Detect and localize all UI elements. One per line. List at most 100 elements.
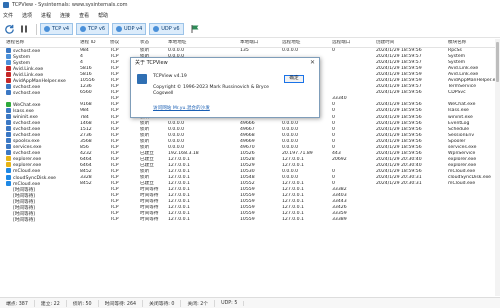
- table-cell: 127.0.0.1: [282, 217, 304, 223]
- table-cell: 8452: [80, 181, 92, 187]
- tcp-icon: [44, 26, 50, 32]
- table-cell: 127.0.0.1: [168, 217, 190, 223]
- udp-icon: [153, 26, 160, 32]
- flag-icon[interactable]: [190, 24, 200, 34]
- filter-udp-v4[interactable]: UDP v4: [112, 23, 147, 35]
- filter-tcp-v6-label: TCP v6: [88, 26, 105, 32]
- status-listening: 侦听: 50: [67, 299, 99, 307]
- column-module-name[interactable]: 模块名称: [448, 40, 498, 46]
- service-icon: [6, 114, 11, 120]
- table-cell: 135: [240, 48, 249, 54]
- menu-view[interactable]: 查看: [79, 12, 89, 19]
- menu-file[interactable]: 文件: [3, 12, 13, 19]
- service-icon: [6, 132, 11, 138]
- blank-icon: [6, 217, 11, 222]
- table-cell: 10559: [240, 217, 255, 223]
- table-cell: 时间等待: [140, 217, 159, 223]
- menu-process[interactable]: 进程: [41, 12, 51, 19]
- table-row[interactable]: [时间等待] TCP 时间等待 127.0.0.1 10559 127.0.0.1 3338…: [0, 217, 500, 223]
- status-established: 建立: 22: [35, 299, 67, 307]
- tcpview-app-icon: [3, 2, 9, 8]
- cloud-icon: [6, 168, 11, 174]
- blank-icon: [6, 199, 11, 204]
- column-process-name[interactable]: 进程名称: [0, 40, 80, 46]
- table-cell: [时间等待]: [0, 217, 80, 224]
- service-icon: [6, 138, 11, 144]
- toolbar: TCP v4 TCP v6 UDP v4 UDP v6: [0, 21, 500, 38]
- table-cell: 2024/1/29 18:59:56: [376, 90, 422, 96]
- ok-button[interactable]: 确定: [284, 75, 304, 83]
- table-cell: mCloud.exe: [448, 181, 476, 187]
- filter-tcp-v4-label: TCP v4: [52, 26, 69, 32]
- filter-udp-v6-label: UDP v6: [161, 26, 180, 32]
- dialog-version: TCPView v4.19: [153, 74, 187, 79]
- blank-icon: [6, 96, 11, 101]
- service-icon: [6, 108, 11, 113]
- explorer-icon: [6, 156, 11, 162]
- table-cell: 2024/1/29 20:30:31: [376, 181, 422, 187]
- service-icon: [6, 126, 11, 132]
- service-icon: [6, 47, 11, 53]
- tcp-icon: [80, 26, 86, 32]
- avid-icon: [6, 71, 11, 77]
- dialog-copyright: Copyright © 1996-2023 Mark Russinovich &…: [153, 85, 269, 90]
- blank-icon: [6, 205, 11, 210]
- table-cell: 0.0.0.0: [282, 48, 299, 54]
- refresh-icon[interactable]: [3, 23, 15, 35]
- table-cell: CDPSvc: [448, 90, 466, 96]
- process-name: [时间等待]: [13, 217, 35, 223]
- avid-icon: [6, 77, 11, 83]
- explorer-icon: [6, 162, 11, 168]
- blank-icon: [6, 211, 11, 216]
- column-local-port[interactable]: 本地端口: [240, 40, 282, 46]
- filter-udp-v6[interactable]: UDP v6: [149, 23, 184, 35]
- tcpview-logo-icon: [137, 74, 147, 84]
- menu-help[interactable]: 帮助: [98, 12, 108, 19]
- blank-icon: [6, 193, 11, 198]
- table-cell: TCP: [110, 217, 119, 223]
- column-create-time[interactable]: 创建时间: [376, 40, 428, 46]
- table-cell: 33389: [332, 217, 347, 223]
- system-icon: [6, 53, 11, 59]
- cloud-icon: [6, 174, 11, 180]
- dialog-author: Cogswell: [153, 91, 174, 96]
- column-protocol[interactable]: 协议: [110, 40, 140, 46]
- close-icon[interactable]: ✕: [310, 59, 315, 66]
- table-cell: 0: [332, 48, 335, 54]
- pause-icon[interactable]: [18, 23, 30, 35]
- dialog-link[interactable]: 访问网站 Mr.yu.混合的沙发: [153, 105, 210, 111]
- service-icon: [6, 144, 11, 150]
- filter-tcp-v6[interactable]: TCP v6: [76, 23, 109, 35]
- window-title: TCPView - Sysinternals: www.sysinternals…: [12, 2, 128, 8]
- column-local-address[interactable]: 本地地址: [168, 40, 240, 46]
- filter-tcp-v4[interactable]: TCP v4: [40, 23, 73, 35]
- status-bar: 端点: 387 建立: 22 侦听: 50 时间等待: 264 关闭等待: 0 …: [0, 297, 500, 308]
- scrollbar-thumb[interactable]: [496, 42, 499, 82]
- menu-connection[interactable]: 连接: [60, 12, 70, 19]
- title-bar: TCPView - Sysinternals: www.sysinternals…: [0, 0, 500, 10]
- column-state[interactable]: 状态: [140, 40, 168, 46]
- status-udp: UDP: 5: [215, 300, 245, 306]
- system-icon: [6, 59, 11, 65]
- dialog-title: 关于 TCPView: [135, 60, 168, 66]
- menu-options[interactable]: 选项: [22, 12, 32, 19]
- filter-udp-v4-label: UDP v4: [124, 26, 143, 32]
- service-icon: [6, 83, 11, 89]
- column-remote-address[interactable]: 远程地址: [282, 40, 332, 46]
- service-icon: [6, 120, 11, 126]
- avid-icon: [6, 65, 11, 71]
- column-remote-port[interactable]: 远程端口: [332, 40, 376, 46]
- table-cell: 6560: [80, 90, 92, 96]
- menu-bar: 文件 选项 进程 连接 查看 帮助: [0, 10, 500, 20]
- status-endpoints: 端点: 387: [0, 299, 35, 307]
- toolbar-separator: [36, 23, 37, 35]
- status-close-wait: 关闭等待: 0: [143, 299, 182, 307]
- column-process-id[interactable]: 进程 ID: [80, 40, 110, 46]
- service-icon: [6, 89, 11, 95]
- wechat-icon: [6, 101, 11, 107]
- about-dialog: 关于 TCPView ✕ TCPView v4.19 Copyright © 1…: [130, 57, 320, 118]
- blank-icon: [6, 187, 11, 192]
- service-icon: [6, 150, 11, 156]
- udp-icon: [116, 26, 122, 32]
- cloud-icon: [6, 180, 11, 186]
